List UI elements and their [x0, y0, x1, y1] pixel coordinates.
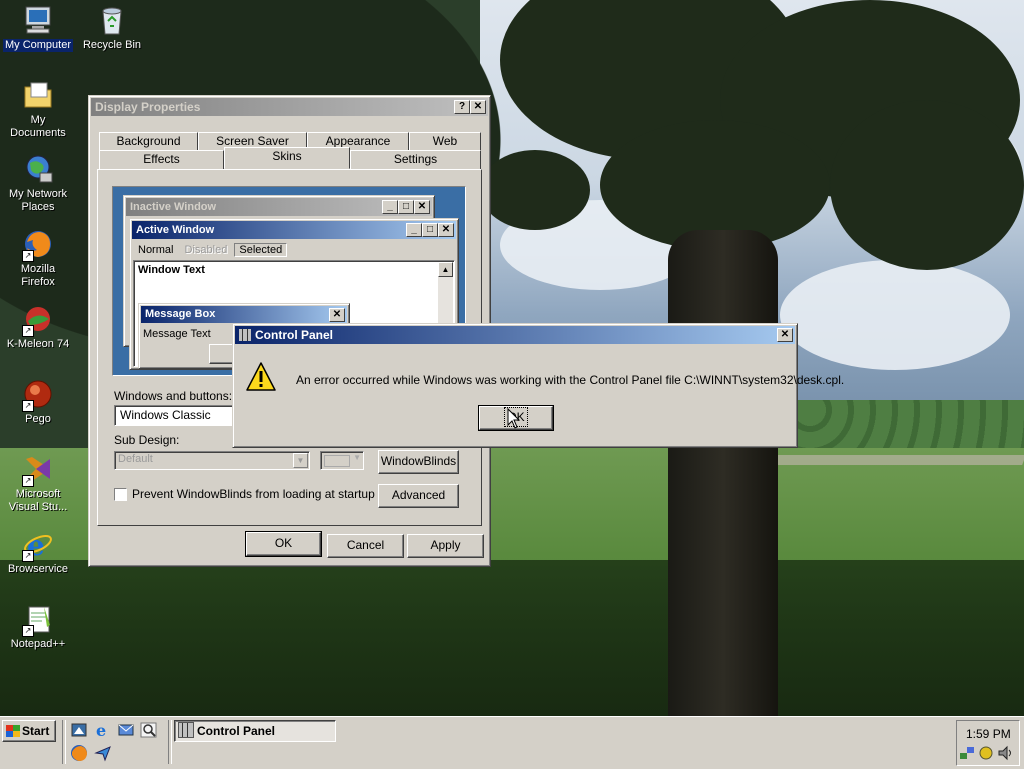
send-icon[interactable] — [94, 744, 112, 762]
minimize-icon: _ — [382, 200, 398, 214]
volume-icon[interactable] — [997, 745, 1013, 761]
maximize-icon: □ — [422, 223, 438, 237]
desktop-icon-visual-studio[interactable]: ↗ Microsoft Visual Stu... — [1, 453, 75, 514]
mouse-cursor-icon — [507, 407, 521, 430]
tray-app-icon[interactable] — [978, 745, 994, 761]
desktop-icon-label: K-Meleon 74 — [6, 338, 70, 350]
cancel-button[interactable]: Cancel — [327, 534, 404, 558]
firefox-icon: ↗ — [22, 228, 54, 262]
internet-explorer-icon: e ↗ — [22, 528, 54, 562]
tab-web[interactable]: Web — [409, 132, 481, 152]
chevron-down-icon: ▼ — [353, 453, 361, 462]
ok-button[interactable]: OK — [245, 531, 322, 557]
preview-menu: Normal Disabled Selected — [134, 242, 288, 258]
firefox-icon[interactable] — [70, 744, 88, 762]
show-desktop-icon[interactable] — [70, 721, 88, 739]
desktop-icon-label: Notepad++ — [10, 638, 66, 650]
recycle-bin-icon — [96, 4, 128, 36]
desktop-icon-k-meleon[interactable]: ↗ K-Meleon 74 — [1, 303, 75, 351]
error-dialog-titlebar[interactable]: Control Panel ✕ — [235, 326, 795, 344]
desktop-icon-label: Pego — [25, 413, 51, 425]
windows-logo-icon — [6, 725, 20, 737]
desktop-icon-label: My Documents — [10, 114, 66, 139]
desktop-icon-label: My Computer — [2, 39, 74, 52]
sub-design-select[interactable]: Default ▼ — [114, 451, 310, 470]
desktop-icon-label: My Network Places — [8, 188, 68, 213]
desktop-icon-label: Recycle Bin — [82, 39, 142, 51]
close-button[interactable]: ✕ — [777, 328, 793, 342]
clock[interactable]: 1:59 PM — [966, 727, 1011, 741]
desktop-icon-recycle-bin[interactable]: Recycle Bin — [75, 4, 149, 52]
visual-studio-icon: ↗ — [22, 453, 54, 487]
tab-settings[interactable]: Settings — [350, 150, 481, 170]
display-properties-titlebar[interactable]: Display Properties ? ✕ — [91, 98, 488, 116]
desktop-icon-pego[interactable]: ↗ Pego — [1, 378, 75, 426]
folder-documents-icon — [22, 79, 54, 111]
system-tray: 1:59 PM — [956, 720, 1020, 766]
chevron-down-icon: ▼ — [293, 453, 308, 468]
windowblinds-button[interactable]: WindowBlinds — [378, 450, 459, 474]
k-meleon-icon: ↗ — [22, 303, 54, 337]
control-panel-icon — [178, 722, 194, 738]
notepad-plus-plus-icon: ↗ — [22, 603, 54, 637]
control-panel-error-dialog: Control Panel ✕ An error occurred while … — [232, 323, 844, 448]
apply-button[interactable]: Apply — [407, 534, 484, 558]
desktop-icon-label: Mozilla Firefox — [20, 263, 56, 288]
internet-explorer-icon[interactable]: e — [94, 721, 112, 740]
search-icon[interactable] — [140, 721, 158, 739]
dialog-title: Control Panel — [255, 328, 334, 342]
minimize-icon: _ — [406, 223, 422, 237]
network-tray-icon[interactable] — [959, 745, 975, 761]
advanced-button[interactable]: Advanced — [378, 484, 459, 508]
scroll-up-arrow-icon: ▲ — [438, 262, 453, 277]
maximize-icon: □ — [398, 200, 414, 214]
start-button[interactable]: Start — [2, 720, 56, 742]
close-icon: ✕ — [329, 308, 345, 322]
taskbar: Start e Control Panel 1:59 PM — [0, 716, 1024, 769]
help-button[interactable]: ? — [454, 100, 470, 114]
taskbar-button-control-panel[interactable]: Control Panel — [174, 720, 336, 742]
close-icon: ✕ — [438, 223, 454, 237]
computer-icon — [22, 4, 54, 36]
prevent-windowblinds-label: Prevent WindowBlinds from loading at sta… — [132, 487, 375, 501]
desktop-icon-label: Browservice — [8, 563, 68, 575]
control-panel-icon — [239, 329, 251, 341]
desktop-icon-label: Microsoft Visual Stu... — [8, 488, 68, 513]
tab-skins[interactable]: Skins — [224, 147, 350, 169]
pego-icon: ↗ — [22, 378, 54, 412]
desktop-icon-mozilla-firefox[interactable]: ↗ Mozilla Firefox — [1, 228, 75, 289]
window-title: Display Properties — [95, 100, 201, 114]
desktop-icon-my-network-places[interactable]: My Network Places — [1, 153, 75, 214]
error-message: An error occurred while Windows was work… — [296, 373, 845, 387]
tab-effects[interactable]: Effects — [99, 150, 224, 170]
svg-text:e: e — [96, 721, 106, 739]
close-icon: ✕ — [414, 200, 430, 214]
network-globe-icon — [22, 153, 54, 185]
warning-icon — [245, 361, 277, 393]
desktop-icon-my-documents[interactable]: My Documents — [1, 79, 75, 140]
wallpaper-tree-trunk — [668, 230, 778, 716]
tab-background[interactable]: Background — [99, 132, 198, 152]
color-picker-disabled[interactable]: ▼ — [320, 451, 364, 470]
prevent-windowblinds-checkbox[interactable] — [114, 488, 127, 501]
outlook-express-icon[interactable] — [117, 721, 135, 739]
sub-design-label: Sub Design: — [114, 433, 180, 447]
desktop-icon-notepad-plus-plus[interactable]: ↗ Notepad++ — [1, 603, 75, 651]
desktop-icon-browservice[interactable]: e ↗ Browservice — [1, 528, 75, 576]
desktop-icon-my-computer[interactable]: My Computer — [1, 4, 75, 52]
close-button[interactable]: ✕ — [470, 100, 486, 114]
windows-and-buttons-label: Windows and buttons: — [114, 389, 233, 403]
